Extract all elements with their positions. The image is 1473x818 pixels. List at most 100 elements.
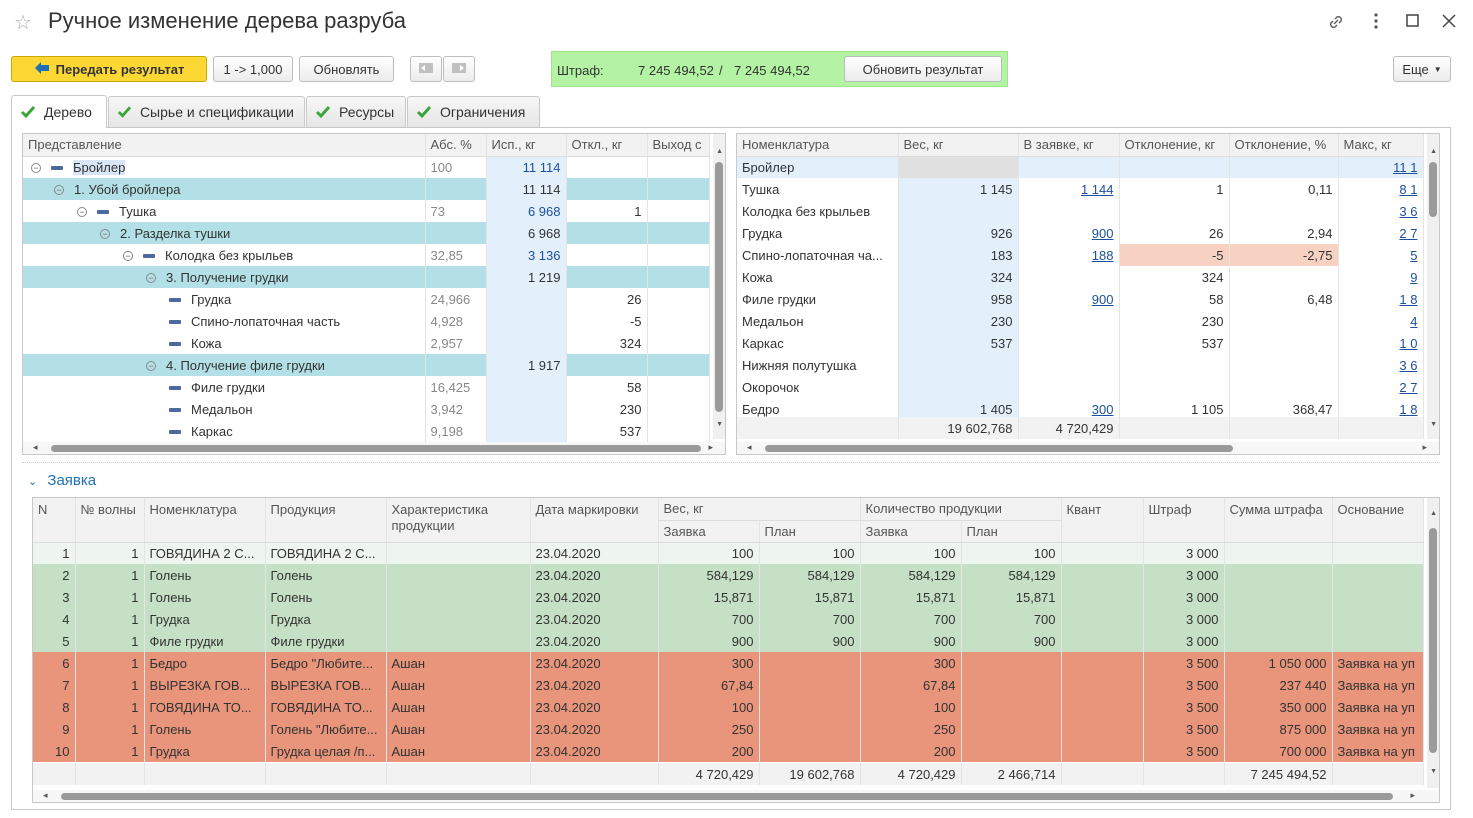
collapse-icon[interactable]: − [123,251,133,262]
collapse-icon[interactable]: − [146,273,156,284]
order-row[interactable]: 8 1 ГОВЯДИНА ТО... ГОВЯДИНА ТО... Ашан 23.04.… [33,696,1424,718]
nomen-horizontal-scrollbar[interactable] [737,442,1439,454]
tree-col-header[interactable]: Откл., кг [566,134,648,157]
nomen-cell-max[interactable]: 9 [1338,266,1424,288]
tree-row[interactable]: −4. Получение филе грудки 1 917 [23,354,710,376]
nomen-row[interactable]: Спино-лопаточная ча... 183 188 -5 -2,75 5 [737,244,1424,266]
order-row[interactable]: 2 1 Голень Голень 23.04.2020 584,129 584,129 58… [33,564,1424,586]
nomen-row[interactable]: Нижняя полутушка 3 6 [737,354,1424,376]
col-n[interactable]: N [33,498,76,543]
nomen-cell-max[interactable]: 11 1 [1338,156,1424,178]
col-qty-request[interactable]: Заявка [860,520,962,543]
refresh-button[interactable]: Обновлять [299,56,394,82]
ratio-button[interactable]: 1 -> 1,000 [213,56,293,82]
nomen-cell-max[interactable]: 1 0 [1338,332,1424,354]
move-right-button[interactable] [443,56,475,82]
tree-row[interactable]: Каркас 9,198 537 [23,420,710,442]
nomen-row[interactable]: Медальон 230 230 4 [737,310,1424,332]
nomen-col-header[interactable]: Номенклатура [737,134,899,157]
order-row[interactable]: 7 1 ВЫРЕЗКА ГОВ... ВЫРЕЗКА ГОВ... Ашан 23.04.… [33,674,1424,696]
nomen-cell-max[interactable]: 4 [1338,310,1424,332]
nomen-row[interactable]: Бройлер 11 1 [737,156,1424,178]
col-characteristic[interactable]: Характеристика продукции [386,498,531,543]
col-qty-group[interactable]: Количество продукции [860,498,1062,521]
tree-row[interactable]: − Бройлер 100 11 114 [23,156,710,178]
order-row[interactable]: 5 1 Филе грудки Филе грудки 23.04.2020 900 900… [33,630,1424,652]
tree-row[interactable]: − Колодка без крыльев 32,85 3 136 [23,244,710,266]
col-nomenclature[interactable]: Номенклатура [144,498,266,543]
col-weight-request[interactable]: Заявка [658,520,760,543]
scroll-left-icon[interactable]: ◂ [33,442,38,453]
nomen-cell-order[interactable]: 188 [1018,244,1120,266]
link-icon[interactable] [1326,12,1346,37]
nomen-col-header[interactable]: Макс, кг [1338,134,1424,157]
col-weight-plan[interactable]: План [759,520,861,543]
scroll-left-icon[interactable]: ◂ [747,442,752,453]
nomen-cell-max[interactable]: 2 7 [1338,222,1424,244]
scroll-right-icon[interactable]: ▸ [708,442,713,453]
nomen-col-header[interactable]: Отклонение, % [1229,134,1339,157]
nomen-col-header[interactable]: В заявке, кг [1018,134,1120,157]
collapse-icon[interactable]: − [100,229,110,240]
order-row[interactable]: 9 1 Голень Голень "Любите... Ашан 23.04.2020 2… [33,718,1424,740]
scroll-left-icon[interactable]: ◂ [43,790,48,801]
tree-row[interactable]: −3. Получение грудки 1 219 [23,266,710,288]
tree-row[interactable]: −1. Убой бройлера 11 114 [23,178,710,200]
nomenclature-grid[interactable]: Номенклатура Вес, кг В заявке, кг Отклонени… [736,133,1440,455]
order-row[interactable]: 6 1 Бедро Бедро "Любите... Ашан 23.04.2020 300… [33,652,1424,674]
tree-row[interactable]: Кожа 2,957 324 [23,332,710,354]
nomen-row[interactable]: Окорочок 2 7 [737,376,1424,398]
nomen-cell-order[interactable]: 900 [1018,222,1120,244]
collapse-icon[interactable]: − [54,185,64,196]
collapse-icon[interactable]: − [77,207,87,218]
order-section-toggle[interactable]: ⌄ Заявка [28,472,96,489]
order-vertical-scrollbar[interactable] [1427,498,1439,788]
tree-col-header[interactable]: Выход с [647,134,710,157]
col-product[interactable]: Продукция [265,498,387,543]
nomen-cell-max[interactable]: 1 8 [1338,288,1424,310]
favorite-star-icon[interactable]: ☆ [14,10,32,35]
col-fine[interactable]: Штраф [1143,498,1225,543]
tree-horizontal-scrollbar[interactable] [23,442,725,454]
close-icon[interactable] [1442,14,1456,33]
nomen-vertical-scrollbar[interactable] [1427,134,1439,439]
tree-row[interactable]: Спино-лопаточная часть 4,928 -5 [23,310,710,332]
tree-col-header[interactable]: Исп., кг [486,134,567,157]
order-grid[interactable]: N № волны Номенклатура Продукция Характе… [32,497,1440,803]
order-row[interactable]: 3 1 Голень Голень 23.04.2020 15,871 15,871 15,8… [33,586,1424,608]
tab-resources[interactable]: Ресурсы [306,96,406,127]
col-weight-group[interactable]: Вес, кг [658,498,861,521]
nomen-col-header[interactable]: Вес, кг [898,134,1019,157]
nomen-cell-max[interactable]: 2 7 [1338,376,1424,398]
col-qty-plan[interactable]: План [961,520,1062,543]
scroll-down-icon[interactable]: ▼ [716,421,723,428]
collapse-icon[interactable]: − [31,163,41,174]
order-horizontal-scrollbar[interactable] [33,790,1439,802]
nomen-cell-order[interactable]: 1 144 [1018,178,1120,200]
nomen-row[interactable]: Филе грудки 958 900 58 6,48 1 8 [737,288,1424,310]
more-vertical-icon[interactable] [1372,12,1380,35]
move-left-button[interactable] [410,56,442,82]
nomen-row[interactable]: Тушка 1 145 1 144 1 0,11 8 1 [737,178,1424,200]
col-fine-sum[interactable]: Сумма штрафа [1224,498,1333,543]
nomen-cell-max[interactable]: 3 6 [1338,354,1424,376]
maximize-icon[interactable] [1406,14,1420,33]
nomen-row[interactable]: Каркас 537 537 1 0 [737,332,1424,354]
scroll-right-icon[interactable]: ▸ [1410,790,1415,801]
tree-row[interactable]: Филе грудки 16,425 58 [23,376,710,398]
send-result-button[interactable]: Передать результат [11,56,207,82]
scroll-down-icon[interactable]: ▼ [1430,421,1437,428]
nomen-col-header[interactable]: Отклонение, кг [1119,134,1230,157]
nomen-cell-max[interactable]: 8 1 [1338,178,1424,200]
col-wave[interactable]: № волны [75,498,145,543]
tree-vertical-scrollbar[interactable] [713,134,725,439]
nomen-cell-max[interactable]: 3 6 [1338,200,1424,222]
nomen-row[interactable]: Колодка без крыльев 3 6 [737,200,1424,222]
tab-restrictions[interactable]: Ограничения [407,96,540,127]
tree-row[interactable]: Медальон 3,942 230 [23,398,710,420]
scroll-down-icon[interactable]: ▼ [1430,768,1437,775]
col-marking-date[interactable]: Дата маркировки [530,498,659,543]
collapse-icon[interactable]: − [146,361,156,372]
tree-row[interactable]: − Тушка 73 6 968 1 [23,200,710,222]
scroll-up-icon[interactable]: ▲ [1430,510,1437,517]
